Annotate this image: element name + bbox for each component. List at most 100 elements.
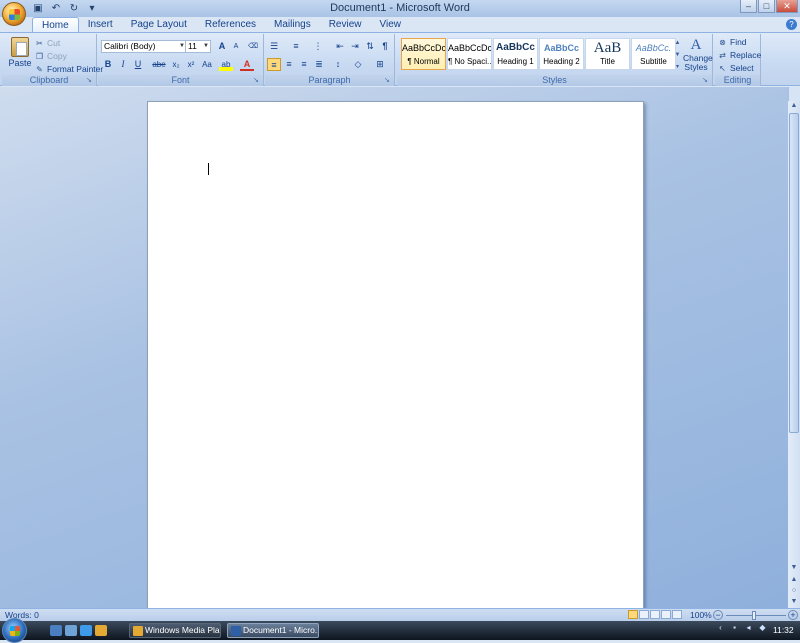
borders-icon[interactable]: ⊞ bbox=[373, 58, 387, 71]
paste-button[interactable]: Paste bbox=[8, 37, 32, 77]
copy-button[interactable]: ❐ Copy bbox=[35, 51, 67, 61]
draft-icon[interactable] bbox=[672, 610, 682, 619]
internet-explorer-icon[interactable] bbox=[80, 625, 92, 636]
tab-insert[interactable]: Insert bbox=[79, 17, 122, 33]
tray-arrow-icon[interactable]: ‹ bbox=[716, 623, 725, 633]
font-color-button[interactable]: A bbox=[240, 58, 254, 71]
zoom-out-button[interactable]: − bbox=[713, 610, 723, 620]
find-button[interactable]: ⊗ Find bbox=[718, 37, 746, 47]
align-left-icon[interactable]: ≡ bbox=[267, 58, 281, 71]
zoom-in-button[interactable]: + bbox=[788, 610, 798, 620]
tab-mailings[interactable]: Mailings bbox=[265, 17, 320, 33]
style-name: Heading 2 bbox=[543, 57, 580, 66]
decrease-indent-icon[interactable]: ⇤ bbox=[333, 40, 347, 53]
style-normal[interactable]: AaBbCcDc ¶ Normal bbox=[401, 38, 446, 70]
tab-view[interactable]: View bbox=[371, 17, 411, 33]
web-layout-icon[interactable] bbox=[650, 610, 660, 619]
start-button[interactable] bbox=[2, 618, 27, 643]
document-page[interactable] bbox=[147, 101, 644, 611]
sort-icon[interactable]: ⇅ bbox=[363, 40, 377, 53]
font-family-select[interactable]: Calibri (Body) ▼ bbox=[101, 40, 187, 53]
title-bar: ▣ ↶ ↻ ▾ Document1 - Microsoft Word – □ ✕ bbox=[0, 0, 800, 17]
taskbar-button-label: Windows Media Pla... bbox=[145, 625, 221, 635]
clear-formatting-icon[interactable]: ⌫ bbox=[246, 40, 260, 53]
network-icon[interactable]: ▪ bbox=[730, 623, 739, 633]
paragraph-launcher-icon[interactable]: ↘ bbox=[384, 77, 392, 85]
clipboard-launcher-icon[interactable]: ↘ bbox=[86, 77, 94, 85]
multilevel-list-icon[interactable]: ⋮ bbox=[311, 40, 325, 53]
media-player-icon[interactable] bbox=[95, 625, 107, 636]
tab-page-layout[interactable]: Page Layout bbox=[122, 17, 196, 33]
ribbon-tabs: Home Insert Page Layout References Maili… bbox=[32, 17, 410, 33]
tab-references[interactable]: References bbox=[196, 17, 265, 33]
scroll-thumb[interactable] bbox=[789, 113, 799, 433]
clipboard-group-label: Clipboard bbox=[2, 75, 96, 86]
style-sample: AaBbCc bbox=[543, 43, 579, 53]
italic-button[interactable]: I bbox=[116, 58, 130, 71]
scissors-icon: ✂ bbox=[36, 38, 43, 48]
tab-review[interactable]: Review bbox=[320, 17, 371, 33]
font-launcher-icon[interactable]: ↘ bbox=[253, 77, 261, 85]
style-heading-2[interactable]: AaBbCc Heading 2 bbox=[539, 38, 584, 70]
outline-icon[interactable] bbox=[661, 610, 671, 619]
superscript-button[interactable]: x² bbox=[184, 58, 198, 71]
change-styles-button[interactable]: A Change Styles bbox=[683, 37, 713, 72]
justify-icon[interactable]: ≣ bbox=[312, 58, 326, 71]
security-icon[interactable]: ◆ bbox=[758, 623, 767, 633]
style-subtitle[interactable]: AaBbCc. Subtitle bbox=[631, 38, 676, 70]
close-button[interactable]: ✕ bbox=[776, 0, 798, 13]
styles-more-icon[interactable]: ▾ bbox=[673, 62, 682, 73]
align-center-icon[interactable]: ≡ bbox=[282, 58, 296, 71]
replace-button[interactable]: ⇄ Replace bbox=[718, 50, 761, 60]
taskbar-media-player[interactable]: Windows Media Pla... bbox=[129, 623, 221, 638]
scroll-up-icon[interactable]: ▲ bbox=[788, 101, 800, 111]
subscript-button[interactable]: x₂ bbox=[169, 58, 183, 71]
highlight-button[interactable]: ab bbox=[219, 58, 233, 71]
bullets-icon[interactable]: ☰ bbox=[267, 40, 281, 53]
ribbon: Paste ✂ Cut ❐ Copy ✎ Format Painter Clipboa… bbox=[0, 32, 800, 86]
style-title[interactable]: AaB Title bbox=[585, 38, 630, 70]
clock[interactable]: 11:32 bbox=[773, 625, 794, 635]
browse-object-icon[interactable]: ○ bbox=[788, 586, 800, 596]
maximize-button[interactable]: □ bbox=[758, 0, 775, 13]
previous-page-icon[interactable]: ▲ bbox=[788, 575, 800, 585]
style-heading-1[interactable]: AaBbCc Heading 1 bbox=[493, 38, 538, 70]
styles-scroll-down-icon[interactable]: ▼ bbox=[673, 50, 682, 61]
select-button[interactable]: ↖ Select bbox=[718, 63, 753, 73]
cut-button[interactable]: ✂ Cut bbox=[35, 38, 60, 48]
underline-button[interactable]: U bbox=[131, 58, 145, 71]
shrink-font-button[interactable]: A bbox=[229, 40, 243, 53]
zoom-slider[interactable] bbox=[726, 615, 786, 616]
styles-scroll-up-icon[interactable]: ▲ bbox=[673, 38, 682, 49]
font-size-select[interactable]: 11 ▼ bbox=[185, 40, 211, 53]
zoom-level[interactable]: 100% bbox=[690, 610, 712, 620]
align-right-icon[interactable]: ≡ bbox=[297, 58, 311, 71]
print-layout-icon[interactable] bbox=[628, 610, 638, 619]
volume-icon[interactable]: ◂ bbox=[744, 623, 753, 633]
help-icon[interactable]: ? bbox=[786, 19, 797, 30]
show-desktop-icon[interactable] bbox=[50, 625, 62, 636]
styles-launcher-icon[interactable]: ↘ bbox=[702, 77, 710, 85]
scroll-down-icon[interactable]: ▼ bbox=[788, 563, 800, 573]
office-button[interactable] bbox=[2, 2, 26, 26]
show-marks-button[interactable]: ¶ bbox=[378, 40, 392, 53]
taskbar-word[interactable]: Document1 - Micro... bbox=[227, 623, 319, 638]
shading-icon[interactable]: ◇ bbox=[351, 58, 365, 71]
full-screen-reading-icon[interactable] bbox=[639, 610, 649, 619]
minimize-button[interactable]: – bbox=[740, 0, 757, 13]
change-case-button[interactable]: Aa bbox=[199, 58, 215, 71]
grow-font-button[interactable]: A bbox=[215, 40, 229, 53]
vertical-scrollbar[interactable]: ▲ ▼ ▲ ○ ▼ bbox=[788, 101, 800, 608]
increase-indent-icon[interactable]: ⇥ bbox=[348, 40, 362, 53]
zoom-slider-thumb[interactable] bbox=[752, 611, 756, 620]
next-page-icon[interactable]: ▼ bbox=[788, 597, 800, 607]
style-no-spacing[interactable]: AaBbCcDc ¶ No Spaci... bbox=[447, 38, 492, 70]
line-spacing-icon[interactable]: ↕ bbox=[331, 58, 345, 71]
strikethrough-button[interactable]: abe bbox=[151, 58, 167, 71]
bold-button[interactable]: B bbox=[101, 58, 115, 71]
switch-windows-icon[interactable] bbox=[65, 625, 77, 636]
numbering-icon[interactable]: ≡ bbox=[289, 40, 303, 53]
format-painter-button[interactable]: ✎ Format Painter bbox=[35, 64, 103, 74]
paste-label: Paste bbox=[8, 58, 32, 68]
tab-home[interactable]: Home bbox=[32, 17, 79, 33]
